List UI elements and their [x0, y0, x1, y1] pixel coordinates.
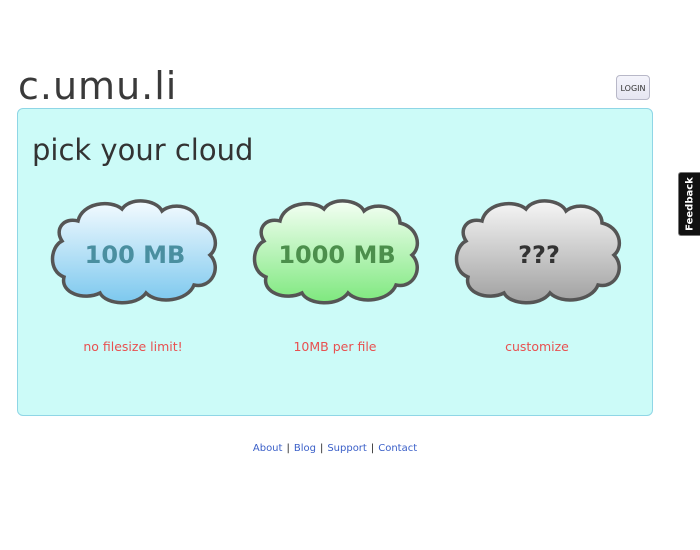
panel-title: pick your cloud	[32, 133, 254, 167]
cloud-size-label: 1000 MB	[278, 241, 396, 269]
site-logo[interactable]: c.umu.li	[18, 64, 177, 108]
feedback-tab[interactable]: Feedback	[678, 172, 700, 236]
footer-link-blog[interactable]: Blog	[294, 443, 316, 454]
cloud-option-1000mb[interactable]: 1000 MB	[250, 197, 424, 309]
footer-separator: |	[370, 443, 375, 454]
cloud-option-custom[interactable]: ???	[452, 197, 626, 309]
cloud-size-label: 100 MB	[84, 241, 186, 269]
login-button[interactable]: LOGIN	[616, 75, 650, 100]
footer-link-support[interactable]: Support	[327, 443, 367, 454]
footer-links: About | Blog | Support | Contact	[0, 443, 670, 454]
footer-separator: |	[319, 443, 324, 454]
cloud-picker-panel: pick your cloud 100 MB no filesize limit…	[17, 108, 653, 416]
footer-separator: |	[286, 443, 290, 454]
cloud-description: no filesize limit!	[83, 339, 183, 354]
footer-link-about[interactable]: About	[253, 443, 283, 454]
cloud-option-100mb[interactable]: 100 MB	[48, 197, 222, 309]
cloud-size-label: ???	[518, 241, 560, 269]
feedback-label: Feedback	[684, 177, 695, 231]
cloud-description: 10MB per file	[293, 339, 377, 354]
cloud-description: customize	[505, 339, 569, 354]
footer-link-contact[interactable]: Contact	[378, 443, 417, 454]
